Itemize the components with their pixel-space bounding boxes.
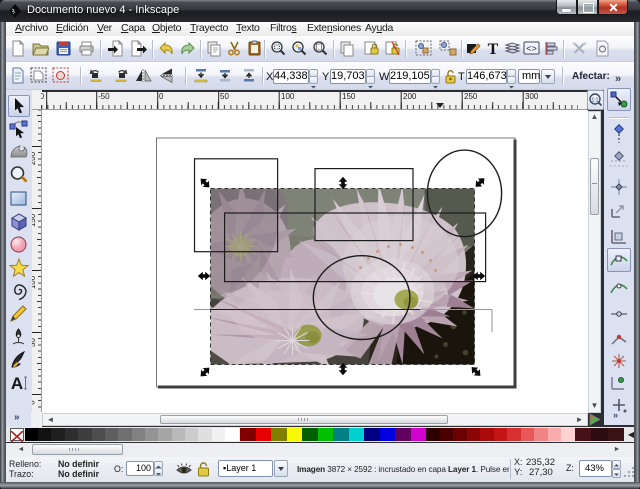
svg-text:1:1: 1:1: [592, 98, 599, 104]
svg-text:T: T: [488, 41, 499, 57]
svg-text:<>: <>: [526, 45, 537, 55]
svg-text:A: A: [11, 374, 23, 393]
